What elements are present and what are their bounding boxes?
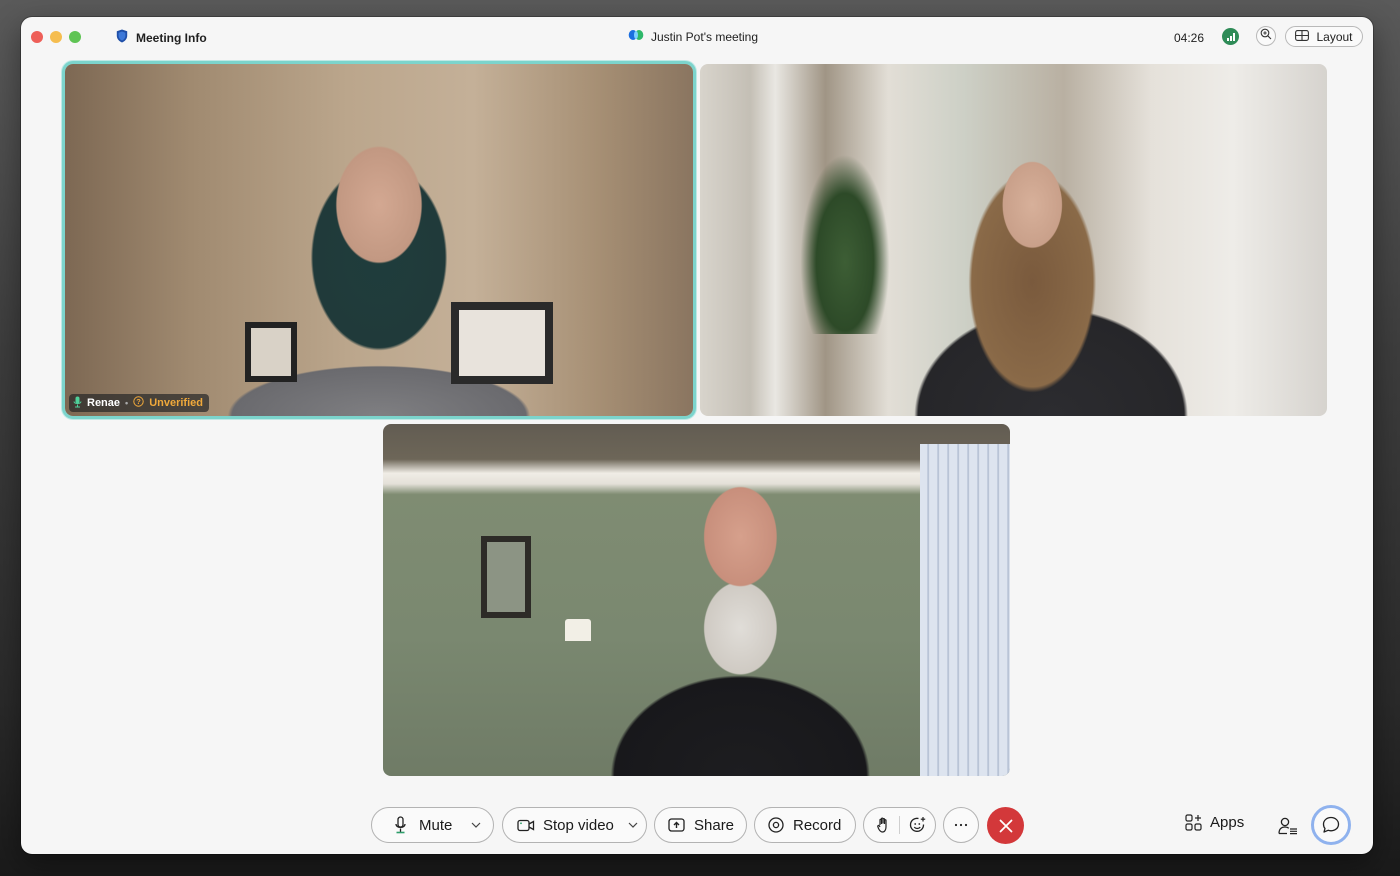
layout-label: Layout [1316, 29, 1353, 44]
more-horizontal-icon [954, 823, 968, 827]
zoom-button[interactable] [1256, 26, 1276, 46]
meeting-timer: 04:26 [1174, 31, 1205, 45]
apps-grid-icon [1185, 814, 1202, 831]
participant-video [65, 64, 693, 416]
meeting-title: Justin Pot's meeting [651, 29, 759, 44]
share-screen-icon [668, 818, 685, 832]
chat-bubble-icon [1322, 816, 1340, 834]
more-options-button[interactable] [943, 807, 979, 843]
participant-name: Renae [87, 397, 121, 409]
record-icon [768, 817, 784, 833]
record-button[interactable]: Record [754, 807, 856, 843]
warning-circle-icon: ? [133, 396, 144, 410]
meeting-window: Meeting Info Justin Pot's meeting 04:26 … [21, 17, 1373, 854]
minimize-window-button[interactable] [50, 31, 62, 43]
verification-status: Unverified [149, 397, 203, 409]
apps-button[interactable]: Apps [1185, 814, 1244, 831]
svg-text:?: ? [136, 397, 141, 406]
meeting-info-button[interactable]: Meeting Info [116, 29, 207, 46]
zoom-in-icon [1260, 27, 1272, 45]
video-camera-icon [517, 819, 535, 832]
network-signal-icon[interactable] [1222, 28, 1239, 45]
apps-label: Apps [1210, 814, 1245, 831]
record-label: Record [793, 816, 842, 834]
separator-dot: • [125, 398, 129, 408]
video-tile-participant-3[interactable] [383, 424, 1010, 776]
divider [899, 816, 900, 834]
video-options-chevron-icon[interactable] [628, 822, 638, 828]
grid-layout-icon [1295, 29, 1310, 44]
wall-picture [451, 302, 553, 384]
add-reaction-emoji-icon[interactable] [909, 816, 927, 834]
close-x-icon [999, 819, 1013, 833]
wall-picture [481, 536, 531, 618]
mute-options-chevron-icon[interactable] [471, 822, 481, 828]
reactions-group [863, 807, 936, 843]
microphone-icon [73, 396, 82, 411]
layout-button[interactable]: Layout [1285, 26, 1363, 47]
raise-hand-icon[interactable] [877, 817, 889, 833]
participants-button[interactable] [1276, 814, 1300, 838]
video-tile-participant-2[interactable] [700, 64, 1327, 416]
background-lamp [565, 619, 591, 641]
shield-icon [116, 29, 128, 46]
share-button[interactable]: Share [654, 807, 747, 843]
background-plant [800, 154, 890, 334]
mute-button[interactable]: Mute [371, 807, 494, 843]
participant-name-tag: Renae • ? Unverified [69, 394, 209, 412]
window-title: Justin Pot's meeting [628, 29, 758, 44]
microphone-icon [394, 816, 407, 834]
meeting-info-label: Meeting Info [136, 30, 207, 45]
wall-picture [245, 322, 297, 382]
stop-video-label: Stop video [543, 816, 614, 834]
chat-button[interactable] [1311, 805, 1351, 845]
window-blinds [920, 444, 1010, 776]
fullscreen-window-button[interactable] [69, 31, 81, 43]
participants-list-icon [1278, 817, 1298, 835]
close-window-button[interactable] [31, 31, 43, 43]
participant-video [383, 424, 1010, 776]
mute-label: Mute [419, 816, 453, 834]
leave-meeting-button[interactable] [987, 807, 1024, 844]
webex-logo-icon [628, 29, 644, 44]
stop-video-button[interactable]: Stop video [502, 807, 647, 843]
video-tile-renae[interactable]: Renae • ? Unverified [62, 61, 696, 419]
share-label: Share [694, 816, 735, 834]
title-bar: Meeting Info Justin Pot's meeting 04:26 … [21, 17, 1373, 57]
participant-video [700, 64, 1327, 416]
